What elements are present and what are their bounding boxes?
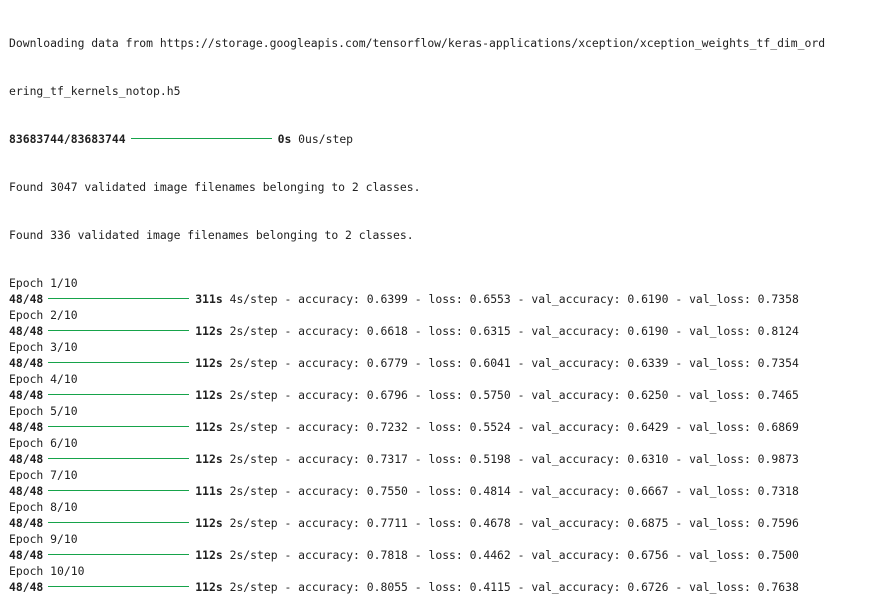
epoch-time: 311s <box>195 292 223 306</box>
epoch-steps: 48/48 <box>9 356 44 370</box>
epoch-time: 112s <box>195 580 223 594</box>
download-rate: 0us/step <box>298 132 354 146</box>
epoch-progress-bar <box>48 426 190 427</box>
download-url-line-2: ering_tf_kernels_notop.h5 <box>9 84 181 98</box>
epoch-label: Epoch 7/10 <box>9 468 78 482</box>
epoch-time: 112s <box>195 324 223 338</box>
epoch-steps: 48/48 <box>9 292 44 306</box>
epoch-time: 112s <box>195 516 223 530</box>
epoch-steps: 48/48 <box>9 324 44 338</box>
epoch-progress-bar <box>48 394 190 395</box>
epoch-label: Epoch 5/10 <box>9 404 78 418</box>
epoch-steps: 48/48 <box>9 548 44 562</box>
epoch-metrics: - accuracy: 0.7317 - loss: 0.5198 - val_… <box>284 452 799 466</box>
epoch-rate: 4s/step <box>229 292 278 306</box>
epoch-steps: 48/48 <box>9 484 44 498</box>
epoch-progress-line: 48/48 112s 2s/step - accuracy: 0.7232 - l… <box>9 419 869 435</box>
epoch-label: Epoch 10/10 <box>9 564 85 578</box>
epoch-progress-line: 48/48 112s 2s/step - accuracy: 0.8055 - l… <box>9 579 869 595</box>
epoch-time: 111s <box>195 484 223 498</box>
epoch-rate: 2s/step <box>229 452 278 466</box>
epoch-rate: 2s/step <box>229 356 278 370</box>
epoch-progress-line: 48/48 112s 2s/step - accuracy: 0.7711 - l… <box>9 515 869 531</box>
epoch-steps: 48/48 <box>9 388 44 402</box>
epoch-progress-line: 48/48 112s 2s/step - accuracy: 0.7818 - l… <box>9 547 869 563</box>
epoch-label: Epoch 8/10 <box>9 500 78 514</box>
epoch-rate: 2s/step <box>229 420 278 434</box>
epoch-label: Epoch 2/10 <box>9 308 78 322</box>
epoch-metrics: - accuracy: 0.6796 - loss: 0.5750 - val_… <box>284 388 799 402</box>
epoch-progress-line: 48/48 112s 2s/step - accuracy: 0.6779 - l… <box>9 355 869 371</box>
epoch-progress-bar <box>48 490 190 491</box>
epoch-label: Epoch 9/10 <box>9 532 78 546</box>
epoch-label: Epoch 3/10 <box>9 340 78 354</box>
epoch-steps: 48/48 <box>9 580 44 594</box>
found-line: Found 3047 validated image filenames bel… <box>9 180 421 194</box>
epoch-time: 112s <box>195 420 223 434</box>
epoch-time: 112s <box>195 388 223 402</box>
epoch-progress-line: 48/48 111s 2s/step - accuracy: 0.7550 - l… <box>9 483 869 499</box>
epoch-label: Epoch 4/10 <box>9 372 78 386</box>
download-count: 83683744/83683744 <box>9 132 126 146</box>
epoch-progress-bar <box>48 554 190 555</box>
epoch-progress-line: 48/48 112s 2s/step - accuracy: 0.6618 - l… <box>9 323 869 339</box>
epoch-progress-line: 48/48 112s 2s/step - accuracy: 0.6796 - l… <box>9 387 869 403</box>
epoch-label: Epoch 1/10 <box>9 276 78 290</box>
epoch-steps: 48/48 <box>9 516 44 530</box>
output-console: Downloading data from https://storage.go… <box>9 3 869 611</box>
download-url-line-1: Downloading data from https://storage.go… <box>9 36 826 50</box>
epoch-time: 112s <box>195 548 223 562</box>
epoch-metrics: - accuracy: 0.8055 - loss: 0.4115 - val_… <box>284 580 799 594</box>
epoch-progress-bar <box>48 330 190 331</box>
download-progress-line: 83683744/83683744 0s 0us/step <box>9 131 869 147</box>
download-time: 0s <box>277 132 292 146</box>
epoch-progress-line: 48/48 112s 2s/step - accuracy: 0.7317 - l… <box>9 451 869 467</box>
epoch-label: Epoch 6/10 <box>9 436 78 450</box>
epoch-progress-bar <box>48 522 190 523</box>
epoch-progress-bar <box>48 586 190 587</box>
epoch-progress-line: 48/48 311s 4s/step - accuracy: 0.6399 - l… <box>9 291 869 307</box>
epoch-rate: 2s/step <box>229 484 278 498</box>
epoch-metrics: - accuracy: 0.7232 - loss: 0.5524 - val_… <box>284 420 799 434</box>
download-progress-bar <box>130 138 272 139</box>
epoch-progress-bar <box>48 458 190 459</box>
epoch-steps: 48/48 <box>9 420 44 434</box>
found-line: Found 336 validated image filenames belo… <box>9 228 414 242</box>
epoch-metrics: - accuracy: 0.7711 - loss: 0.4678 - val_… <box>284 516 799 530</box>
epoch-time: 112s <box>195 452 223 466</box>
epoch-time: 112s <box>195 356 223 370</box>
epoch-metrics: - accuracy: 0.6779 - loss: 0.6041 - val_… <box>284 356 799 370</box>
epoch-rate: 2s/step <box>229 516 278 530</box>
epoch-progress-bar <box>48 362 190 363</box>
epoch-rate: 2s/step <box>229 324 278 338</box>
epoch-log: Epoch 1/10 48/48 311s 4s/step - accuracy: … <box>9 275 869 595</box>
epoch-steps: 48/48 <box>9 452 44 466</box>
epoch-rate: 2s/step <box>229 580 278 594</box>
epoch-progress-bar <box>48 298 190 299</box>
epoch-rate: 2s/step <box>229 388 278 402</box>
epoch-rate: 2s/step <box>229 548 278 562</box>
epoch-metrics: - accuracy: 0.6618 - loss: 0.6315 - val_… <box>284 324 799 338</box>
epoch-metrics: - accuracy: 0.7818 - loss: 0.4462 - val_… <box>284 548 799 562</box>
epoch-metrics: - accuracy: 0.6399 - loss: 0.6553 - val_… <box>284 292 799 306</box>
epoch-metrics: - accuracy: 0.7550 - loss: 0.4814 - val_… <box>284 484 799 498</box>
